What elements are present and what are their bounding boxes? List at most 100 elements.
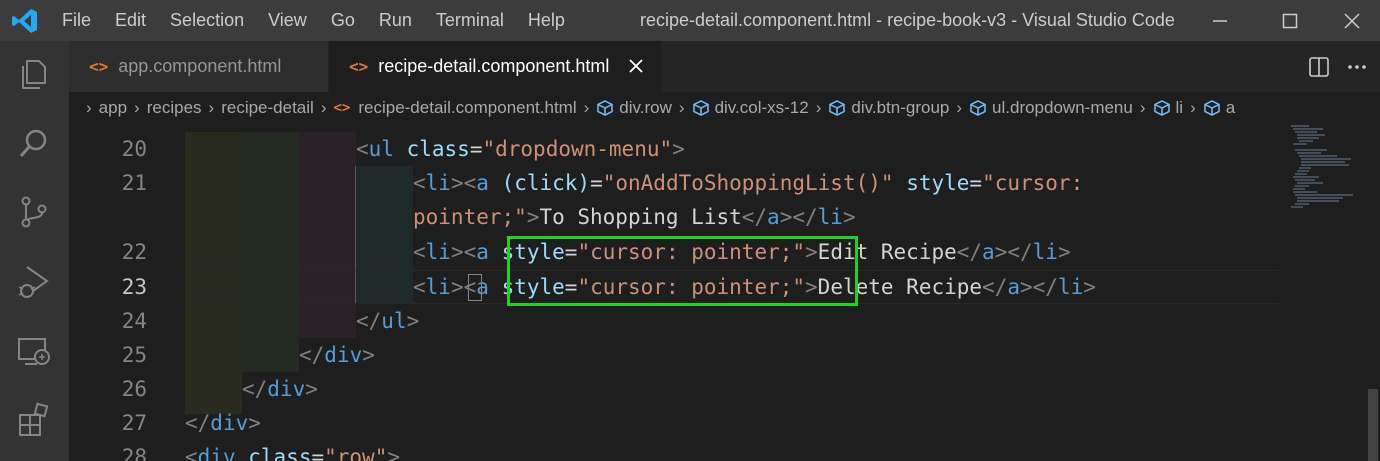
close-window-button[interactable]: [1324, 0, 1380, 41]
vscode-logo-icon[interactable]: [12, 8, 38, 34]
maximize-icon: [1282, 13, 1298, 28]
code-editor[interactable]: 20 21 22 23 24 25 26 27 28 <ul class="dr…: [69, 124, 1380, 461]
line-number: 20: [121, 137, 147, 161]
chevron-right-icon: ›: [86, 98, 92, 117]
token: <: [413, 171, 426, 195]
menu-terminal[interactable]: Terminal: [436, 10, 504, 31]
editor-actions: [1290, 41, 1380, 92]
bracket-match-box: [468, 274, 482, 301]
token: =: [311, 445, 325, 461]
breadcrumb-symbol-ul-dropdown[interactable]: ul.dropdown-menu: [992, 98, 1133, 118]
activity-bar: [0, 41, 69, 461]
chevron-right-icon: ›: [134, 98, 140, 117]
breadcrumb-symbol-li[interactable]: li: [1176, 98, 1184, 118]
token: >: [842, 205, 856, 229]
search-icon[interactable]: [15, 125, 53, 163]
maximize-button[interactable]: [1262, 0, 1318, 41]
code-line-28: <div class="row">: [185, 440, 400, 461]
chevron-right-icon: ›: [956, 98, 963, 117]
token: div: [324, 343, 363, 367]
minimap[interactable]: [1279, 124, 1369, 461]
close-tab-icon[interactable]: [625, 55, 647, 77]
extensions-icon[interactable]: [15, 401, 53, 439]
menu-view[interactable]: View: [268, 10, 307, 31]
remote-explorer-icon[interactable]: [15, 333, 53, 371]
token: </: [299, 343, 325, 367]
token: >: [1057, 240, 1071, 264]
token: <: [356, 137, 369, 161]
chevron-right-icon: ›: [583, 98, 590, 117]
menu-selection[interactable]: Selection: [170, 10, 244, 31]
token: div: [197, 445, 236, 461]
menu-run[interactable]: Run: [379, 10, 412, 31]
token: >: [362, 343, 375, 367]
token: (click): [501, 171, 591, 195]
breadcrumb-symbol-div-col[interactable]: div.col-xs-12: [715, 98, 809, 118]
token: <: [185, 445, 198, 461]
editor-tabs: <> app.component.html <> recipe-detail.c…: [69, 41, 1380, 92]
tab-label: app.component.html: [118, 56, 282, 76]
line-number: 24: [121, 309, 147, 333]
scrollbar-thumb[interactable]: [1368, 389, 1378, 461]
code-line-21-wrap: pointer;">To Shopping List</a></li>: [413, 200, 856, 234]
line-number: 26: [121, 377, 147, 401]
more-actions-icon[interactable]: [1346, 56, 1368, 78]
symbol-cube-icon: [1204, 100, 1220, 116]
explorer-icon[interactable]: [15, 55, 53, 93]
token: >: [305, 377, 318, 401]
tab-label: recipe-detail.component.html: [378, 56, 610, 76]
token: style: [906, 171, 970, 195]
line-number: 23: [121, 275, 147, 299]
menu-bar: File Edit Selection View Go Run Terminal…: [62, 0, 589, 41]
line-number: 27: [121, 411, 147, 435]
menu-go[interactable]: Go: [331, 10, 355, 31]
token: </: [185, 411, 211, 435]
breadcrumb: › app › recipes › recipe-detail › <> rec…: [69, 92, 1380, 124]
code-line-26: </div>: [242, 372, 318, 406]
token: </: [356, 309, 382, 333]
breadcrumb-symbol-div-btn-group[interactable]: div.btn-group: [851, 98, 949, 118]
annotation-highlight-box: [507, 236, 858, 306]
token: div: [210, 411, 249, 435]
menu-help[interactable]: Help: [528, 10, 565, 31]
token: ></: [1020, 275, 1058, 299]
chevron-right-icon: ›: [320, 98, 327, 117]
line-number: 21: [121, 171, 147, 195]
token: >: [1083, 275, 1096, 299]
run-debug-icon[interactable]: [15, 263, 53, 301]
breadcrumb-file[interactable]: recipe-detail.component.html: [358, 98, 576, 118]
breadcrumb-folder-app[interactable]: app: [99, 98, 127, 118]
token: =: [469, 137, 483, 161]
chevron-right-icon: ›: [815, 98, 822, 117]
split-editor-icon[interactable]: [1308, 56, 1330, 78]
token: pointer;": [413, 205, 527, 229]
menu-file[interactable]: File: [62, 10, 91, 31]
tab-app-component[interactable]: <> app.component.html: [69, 41, 329, 92]
line-number: 25: [121, 343, 147, 367]
minimize-button[interactable]: [1192, 0, 1248, 41]
symbol-cube-icon: [970, 100, 986, 116]
breadcrumb-folder-recipe-detail[interactable]: recipe-detail: [221, 98, 314, 118]
chevron-right-icon: ›: [1190, 98, 1196, 117]
token: >: [526, 205, 540, 229]
menu-edit[interactable]: Edit: [115, 10, 146, 31]
code-line-21: <li><a (click)="onAddToShoppingList()" s…: [413, 166, 1083, 200]
token: li: [425, 171, 451, 195]
token: >: [387, 445, 400, 461]
token: ul: [381, 309, 407, 333]
breadcrumb-folder-recipes[interactable]: recipes: [147, 98, 202, 118]
vertical-scrollbar[interactable]: [1366, 124, 1380, 461]
tab-recipe-detail-component[interactable]: <> recipe-detail.component.html: [329, 41, 661, 92]
breadcrumb-symbol-div-row[interactable]: div.row: [619, 98, 672, 118]
token: li: [817, 205, 843, 229]
line-number: 28: [121, 445, 147, 461]
symbol-cube-icon: [692, 100, 709, 116]
minimize-icon: [1213, 19, 1227, 22]
breadcrumb-symbol-a[interactable]: a: [1226, 98, 1235, 118]
token: >: [672, 137, 685, 161]
symbol-cube-icon: [597, 100, 614, 116]
token: "cursor:: [982, 171, 1084, 195]
source-control-icon[interactable]: [15, 193, 53, 231]
token: "onAddToShoppingList()": [602, 171, 894, 195]
